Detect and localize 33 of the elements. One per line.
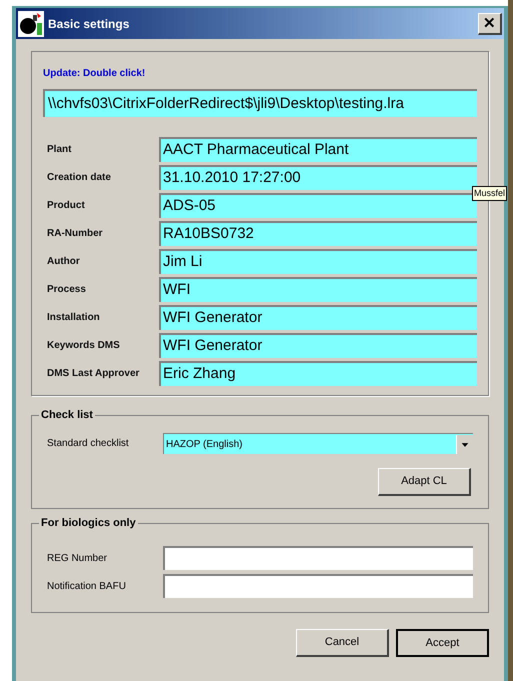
field-label: Process <box>46 283 87 297</box>
adapt-cl-button[interactable]: Adapt CL <box>378 468 471 496</box>
field-label: REG Number <box>47 552 108 566</box>
update-hint: Update: Double click! <box>43 67 146 81</box>
dialog-button[interactable]: Cancel <box>296 629 389 657</box>
group-title: For biologics only <box>39 515 138 532</box>
field-label: Standard checklist <box>47 437 130 451</box>
field-label: Notification BAFU <box>47 580 127 594</box>
text-field[interactable]: Eric Zhang <box>159 361 477 386</box>
field-label: DMS Last Approver <box>46 367 140 381</box>
text-field[interactable]: WFI Generator <box>159 333 477 358</box>
text-field[interactable]: Jim Li <box>159 249 477 274</box>
window-title: Basic settings <box>48 16 130 32</box>
text-field[interactable]: WFI <box>159 277 477 302</box>
field-label: RA-Number <box>46 227 104 241</box>
field-label: Keywords DMS <box>46 339 121 353</box>
checklist-dropdown[interactable]: HAZOP (English) <box>163 433 473 454</box>
text-field[interactable]: AACT Pharmaceutical Plant <box>159 137 477 162</box>
field-label: Plant <box>46 143 72 157</box>
field-label: Creation date <box>46 171 112 185</box>
file-path-field[interactable]: \\chvfs03\CitrixFolderRedirect$\jli9\Desktop\testing.lra <box>43 89 477 117</box>
text-field[interactable]: RA10BS0732 <box>159 221 477 246</box>
field-label: Author <box>46 255 81 269</box>
text-field[interactable] <box>163 574 473 598</box>
text-field[interactable]: WFI Generator <box>159 305 477 330</box>
field-label: Product <box>46 199 86 213</box>
tooltip: Mussfel <box>472 186 508 201</box>
dialog-button[interactable]: Accept <box>396 629 489 657</box>
field-label: Installation <box>46 311 101 325</box>
text-field[interactable]: 31.10.2010 17:27:00 <box>159 165 477 190</box>
close-button[interactable]: ✕ <box>478 12 502 34</box>
text-field[interactable] <box>163 546 473 570</box>
bomb-icon <box>18 10 44 36</box>
